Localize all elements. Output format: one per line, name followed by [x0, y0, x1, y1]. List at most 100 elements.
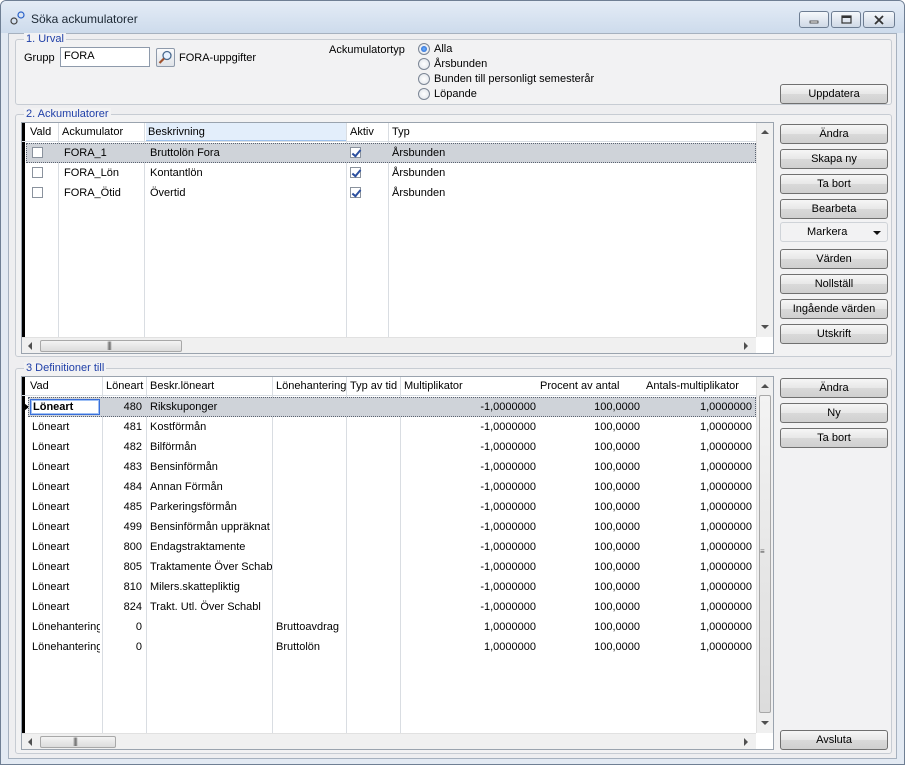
cell-vad[interactable]: Löneart [30, 577, 100, 597]
nollstall-button[interactable]: Nollställ [780, 274, 888, 294]
cell-lonehantering[interactable]: Bruttolön [274, 637, 346, 657]
cell-ackumulator[interactable]: FORA_Lön [62, 163, 142, 183]
scroll-up-icon[interactable] [761, 130, 769, 134]
cell-multiplikator[interactable]: -1,0000000 [402, 417, 538, 437]
cell-lonehantering[interactable] [274, 577, 346, 597]
cell-lonehantering[interactable] [274, 537, 346, 557]
cell-antals-multiplikator[interactable]: 1,0000000 [644, 457, 754, 477]
cell-typ-av-tid[interactable] [348, 417, 400, 437]
col-header-beskrivning[interactable]: Beskrivning [146, 123, 346, 141]
scroll-left-icon[interactable] [28, 738, 32, 746]
cell-lonehantering[interactable] [274, 477, 346, 497]
cell-vad[interactable]: Löneart [30, 497, 100, 517]
cell-antals-multiplikator[interactable]: 1,0000000 [644, 637, 754, 657]
cell-vad[interactable]: Löneart [30, 417, 100, 437]
cell-procent-av-antal[interactable]: 100,0000 [538, 497, 642, 517]
cell-beskr-loneart[interactable] [148, 617, 272, 637]
cell-loneart[interactable]: 824 [104, 597, 144, 617]
cell-vad[interactable]: Löneart [30, 399, 100, 415]
cell-beskr-loneart[interactable]: Trakt. Utl. Över Schabl [148, 597, 272, 617]
cell-beskr-loneart[interactable]: Bilförmån [148, 437, 272, 457]
col-header-ackumulator[interactable]: Ackumulator [60, 123, 144, 141]
cell-beskr-loneart[interactable]: Rikskuponger [148, 397, 272, 417]
cell-beskrivning[interactable]: Kontantlön [148, 163, 344, 183]
cell-beskr-loneart[interactable]: Annan Förmån [148, 477, 272, 497]
cell-beskr-loneart[interactable] [148, 637, 272, 657]
cell-multiplikator[interactable]: -1,0000000 [402, 557, 538, 577]
cell-procent-av-antal[interactable]: 100,0000 [538, 457, 642, 477]
col-header-beskr-loneart[interactable]: Beskr.löneart [148, 377, 272, 395]
title-bar[interactable]: Söka ackumulatorer [1, 1, 904, 33]
cell-antals-multiplikator[interactable]: 1,0000000 [644, 617, 754, 637]
cell-antals-multiplikator[interactable]: 1,0000000 [644, 477, 754, 497]
cell-loneart[interactable]: 0 [104, 617, 144, 637]
grupp-lookup-button[interactable] [156, 48, 175, 67]
vald-checkbox[interactable] [32, 147, 43, 158]
cell-vad[interactable]: Löneart [30, 457, 100, 477]
cell-vad[interactable]: Löneart [30, 537, 100, 557]
utskrift-button[interactable]: Utskrift [780, 324, 888, 344]
minimize-button[interactable] [799, 11, 829, 28]
cell-procent-av-antal[interactable]: 100,0000 [538, 397, 642, 417]
col-header-typ-av-tid[interactable]: Typ av tid [348, 377, 400, 395]
cell-lonehantering[interactable] [274, 517, 346, 537]
cell-multiplikator[interactable]: -1,0000000 [402, 457, 538, 477]
cell-typ-av-tid[interactable] [348, 497, 400, 517]
scroll-thumb[interactable] [40, 736, 116, 748]
cell-beskrivning[interactable]: Bruttolön Fora [148, 143, 344, 163]
col-header-lonehantering[interactable]: Lönehantering [274, 377, 348, 395]
cell-loneart[interactable]: 0 [104, 637, 144, 657]
scroll-up-icon[interactable] [761, 384, 769, 388]
maximize-button[interactable] [831, 11, 861, 28]
cell-antals-multiplikator[interactable]: 1,0000000 [644, 577, 754, 597]
cell-multiplikator[interactable]: -1,0000000 [402, 577, 538, 597]
cell-lonehantering[interactable] [274, 417, 346, 437]
col-header-antals-multiplikator[interactable]: Antals-multiplikator [644, 377, 756, 395]
markera-dropdown[interactable]: Markera [780, 222, 888, 242]
cell-lonehantering[interactable] [274, 597, 346, 617]
cell-loneart[interactable]: 485 [104, 497, 144, 517]
cell-multiplikator[interactable]: -1,0000000 [402, 477, 538, 497]
cell-lonehantering[interactable] [274, 557, 346, 577]
cell-multiplikator[interactable]: -1,0000000 [402, 437, 538, 457]
cell-procent-av-antal[interactable]: 100,0000 [538, 417, 642, 437]
cell-loneart[interactable]: 480 [104, 397, 144, 417]
cell-typ-av-tid[interactable] [348, 457, 400, 477]
cell-lonehantering[interactable]: Bruttoavdrag [274, 617, 346, 637]
cell-multiplikator[interactable]: -1,0000000 [402, 517, 538, 537]
varden-button[interactable]: Värden [780, 249, 888, 269]
scroll-left-icon[interactable] [28, 342, 32, 350]
aktiv-checkbox[interactable] [350, 167, 361, 178]
cell-typ[interactable]: Årsbunden [390, 143, 590, 163]
cell-multiplikator[interactable]: -1,0000000 [402, 397, 538, 417]
cell-antals-multiplikator[interactable]: 1,0000000 [644, 517, 754, 537]
andra-button[interactable]: Ändra [780, 124, 888, 144]
cell-typ-av-tid[interactable] [348, 397, 400, 417]
cell-procent-av-antal[interactable]: 100,0000 [538, 517, 642, 537]
def-andra-button[interactable]: Ändra [780, 378, 888, 398]
col-header-vald[interactable]: Vald [28, 123, 56, 141]
col-header-vad[interactable]: Vad [28, 377, 98, 395]
radio-lopande[interactable]: Löpande [418, 88, 477, 100]
cell-lonehantering[interactable] [274, 437, 346, 457]
col-header-aktiv[interactable]: Aktiv [348, 123, 388, 141]
cell-procent-av-antal[interactable]: 100,0000 [538, 597, 642, 617]
cell-multiplikator[interactable]: -1,0000000 [402, 497, 538, 517]
cell-vad[interactable]: Lönehantering [30, 637, 100, 657]
cell-beskr-loneart[interactable]: Traktamente Över Schabl [148, 557, 272, 577]
cell-typ-av-tid[interactable] [348, 617, 400, 637]
vald-checkbox[interactable] [32, 187, 43, 198]
col-header-typ[interactable]: Typ [390, 123, 590, 141]
cell-antals-multiplikator[interactable]: 1,0000000 [644, 397, 754, 417]
cell-typ[interactable]: Årsbunden [390, 163, 590, 183]
scroll-right-icon[interactable] [744, 738, 748, 746]
cell-typ-av-tid[interactable] [348, 637, 400, 657]
scroll-down-icon[interactable] [761, 325, 769, 329]
cell-loneart[interactable]: 482 [104, 437, 144, 457]
radio-bunden-semesterar[interactable]: Bunden till personligt semesterår [418, 73, 594, 85]
cell-lonehantering[interactable] [274, 457, 346, 477]
cell-antals-multiplikator[interactable]: 1,0000000 [644, 557, 754, 577]
def-ny-button[interactable]: Ny [780, 403, 888, 423]
cell-typ-av-tid[interactable] [348, 477, 400, 497]
cell-beskrivning[interactable]: Övertid [148, 183, 344, 203]
